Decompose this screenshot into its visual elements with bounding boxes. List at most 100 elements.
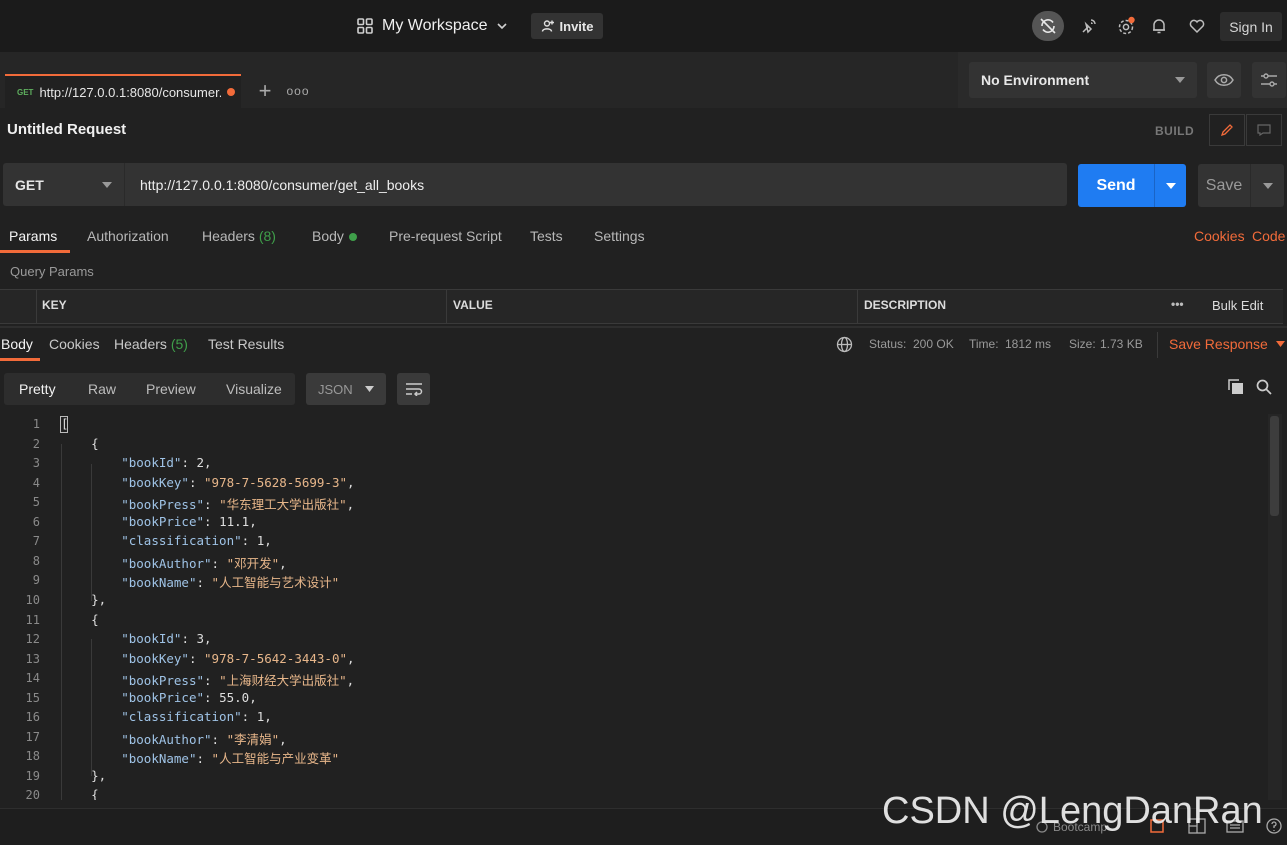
code-line: { xyxy=(61,611,99,627)
format-pretty[interactable]: Pretty xyxy=(19,381,56,397)
edit-button[interactable] xyxy=(1209,114,1245,146)
globe-icon[interactable] xyxy=(836,336,853,353)
environment-quick-look-button[interactable] xyxy=(1207,62,1241,98)
save-button[interactable]: Save xyxy=(1198,164,1284,207)
code-line: }, xyxy=(61,767,107,783)
manage-environments-button[interactable] xyxy=(1252,62,1286,98)
caret-down-icon[interactable] xyxy=(1251,182,1284,189)
sync-status-button[interactable] xyxy=(1032,11,1064,41)
more-options-icon[interactable]: ••• xyxy=(1171,297,1184,311)
workspace-switcher[interactable]: My Workspace xyxy=(356,14,508,38)
body-indicator-dot xyxy=(348,233,357,242)
tab-tests[interactable]: Tests xyxy=(530,228,563,244)
search-icon[interactable] xyxy=(1256,379,1272,395)
invite-button[interactable]: Invite xyxy=(531,13,603,39)
settings-gear-icon[interactable] xyxy=(1114,14,1138,38)
json-key: "bookPress" xyxy=(121,497,205,513)
response-tab-test-results[interactable]: Test Results xyxy=(208,336,284,352)
caret-down-icon[interactable] xyxy=(1155,182,1186,189)
sign-in-button[interactable]: Sign In xyxy=(1220,12,1282,41)
tab-params[interactable]: Params xyxy=(9,228,57,244)
json-key: "bookName" xyxy=(121,575,197,591)
environment-select[interactable]: No Environment xyxy=(969,62,1197,98)
line-number: 17 xyxy=(25,729,40,744)
tab-settings[interactable]: Settings xyxy=(594,228,645,244)
line-number: 20 xyxy=(25,788,40,800)
comment-icon xyxy=(1257,124,1271,136)
more-tabs-button[interactable]: ooo xyxy=(282,76,314,106)
bell-icon[interactable] xyxy=(1147,14,1171,38)
column-divider xyxy=(446,289,447,324)
tab-pre-request-script[interactable]: Pre-request Script xyxy=(389,228,502,244)
status-value: 200 OK xyxy=(913,337,954,351)
code-line: "bookAuthor": "李清娟", xyxy=(121,731,287,747)
send-button[interactable]: Send xyxy=(1078,164,1186,207)
comments-button[interactable] xyxy=(1246,114,1282,146)
request-title[interactable]: Untitled Request xyxy=(7,121,126,138)
caret-down-icon xyxy=(1175,77,1185,83)
caret-down-icon xyxy=(365,386,374,392)
url-input[interactable]: http://127.0.0.1:8080/consumer/get_all_b… xyxy=(140,177,424,193)
heart-icon[interactable] xyxy=(1185,14,1209,38)
line-number: 11 xyxy=(25,612,40,627)
pane-divider[interactable] xyxy=(0,326,1287,328)
json-string: "上海财经大学出版社" xyxy=(219,673,347,689)
json-number: 55.0 xyxy=(219,689,250,705)
tab-method: GET xyxy=(17,87,34,97)
new-tab-button[interactable]: + xyxy=(250,76,280,106)
line-number: 19 xyxy=(25,768,40,783)
code-line: "bookId": 2, xyxy=(121,455,212,471)
copy-icon[interactable] xyxy=(1228,379,1244,395)
save-response-button[interactable]: Save Response xyxy=(1169,336,1285,352)
response-tab-body[interactable]: Body xyxy=(1,336,33,352)
tab-headers-label: Headers xyxy=(202,228,255,244)
bulk-edit-link[interactable]: Bulk Edit xyxy=(1212,298,1263,313)
unsaved-dot xyxy=(227,88,236,96)
tab-headers[interactable]: Headers (8) xyxy=(202,228,276,244)
cookies-link[interactable]: Cookies xyxy=(1194,228,1245,244)
headers-count: (8) xyxy=(258,228,276,244)
method-value: GET xyxy=(15,176,44,193)
json-key: "bookPrice" xyxy=(121,689,205,705)
code-link[interactable]: Code xyxy=(1252,228,1285,244)
response-tab-headers[interactable]: Headers (5) xyxy=(114,336,188,352)
line-number: 10 xyxy=(25,592,40,607)
code-line: { xyxy=(61,787,99,800)
line-number: 12 xyxy=(25,632,40,647)
send-label: Send xyxy=(1078,164,1155,207)
line-number: 18 xyxy=(25,749,40,764)
satellite-icon[interactable] xyxy=(1077,14,1101,38)
response-headers-count: (5) xyxy=(170,336,188,352)
code-line: "bookKey": "978-7-5628-5699-3", xyxy=(121,474,355,490)
sliders-icon xyxy=(1260,72,1278,88)
line-number: 5 xyxy=(32,495,40,510)
json-string: "人工智能与艺术设计" xyxy=(211,575,340,591)
format-visualize[interactable]: Visualize xyxy=(226,381,282,397)
save-label: Save xyxy=(1198,164,1251,207)
query-params-title: Query Params xyxy=(10,264,94,279)
method-select[interactable]: GET xyxy=(3,163,125,206)
json-key: "bookKey" xyxy=(121,650,189,666)
tab-body[interactable]: Body xyxy=(312,228,357,244)
invite-label: Invite xyxy=(559,18,594,34)
json-key: "bookId" xyxy=(121,631,182,647)
response-tab-cookies[interactable]: Cookies xyxy=(49,336,100,352)
code-line: "classification": 1, xyxy=(121,533,272,549)
wrap-lines-button[interactable] xyxy=(397,373,430,405)
format-raw[interactable]: Raw xyxy=(88,381,116,397)
json-key: "classification" xyxy=(121,533,242,549)
help-icon[interactable] xyxy=(1266,818,1282,834)
line-number: 4 xyxy=(32,475,40,490)
code-line: "bookPress": "华东理工大学出版社", xyxy=(121,497,355,513)
response-body-viewer[interactable]: 1 [2 {3 "bookId": 2, 4 "bookKey": "978-7-5… xyxy=(0,414,1268,800)
request-tab[interactable]: GET http://127.0.0.1:8080/consumer... xyxy=(5,74,241,108)
caret-down-icon xyxy=(102,181,112,188)
line-number: 16 xyxy=(25,710,40,725)
scrollbar-thumb[interactable] xyxy=(1270,416,1279,516)
language-select[interactable]: JSON xyxy=(306,373,386,405)
tab-authorization[interactable]: Authorization xyxy=(87,228,169,244)
column-divider xyxy=(36,289,37,324)
code-line: "bookName": "人工智能与艺术设计" xyxy=(121,575,340,591)
format-preview[interactable]: Preview xyxy=(146,381,196,397)
json-number: 11.1 xyxy=(219,513,250,529)
